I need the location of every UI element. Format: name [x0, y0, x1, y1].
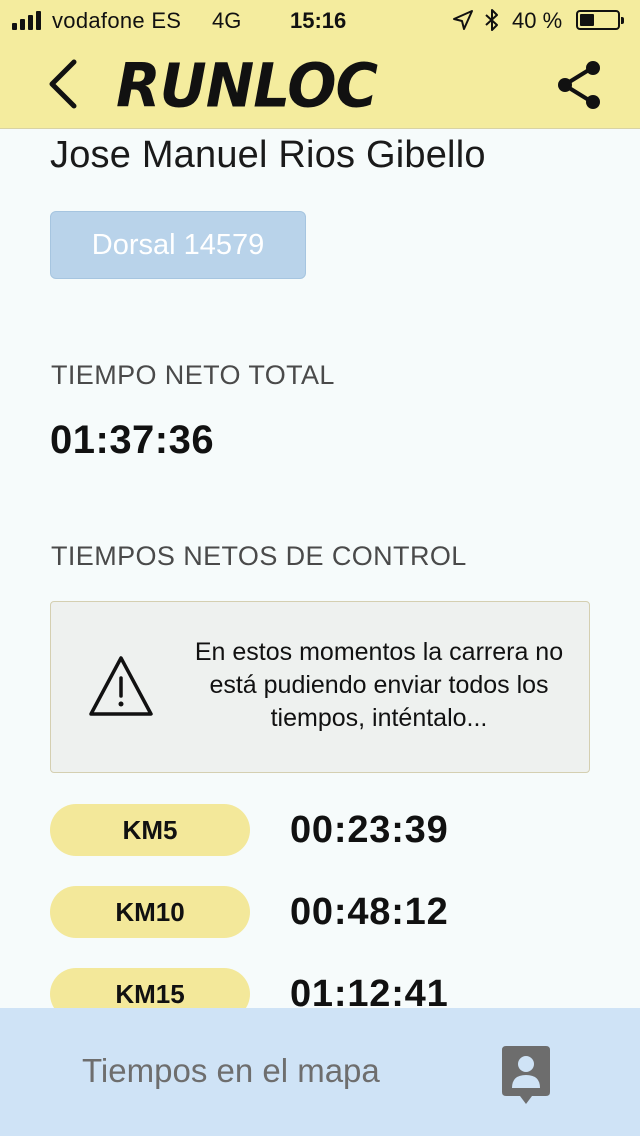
battery-level-fill [580, 14, 595, 26]
location-arrow-icon [453, 10, 473, 30]
back-button[interactable] [40, 56, 88, 112]
status-time: 15:16 [290, 8, 347, 33]
warning-text: En estos momentos la carrera no está pud… [194, 638, 564, 732]
app-screen: vodafone ES 4G 15:16 40 % RUNLOC Jose Ma… [0, 0, 640, 1136]
split-km-label: KM15 [50, 968, 250, 1008]
warning-triangle-icon [89, 656, 153, 716]
warning-message: En estos momentos la carrera no está pud… [50, 601, 590, 773]
split-km-label: KM10 [50, 886, 250, 938]
control-times-label: TIEMPOS NETOS DE CONTROL [51, 541, 467, 571]
runner-detail: Jose Manuel Rios Gibello Dorsal 14579 TI… [0, 128, 640, 1008]
battery-percent: 40 % [512, 8, 563, 33]
bib-button[interactable]: Dorsal 14579 [50, 211, 306, 279]
battery-icon [576, 10, 624, 30]
share-button[interactable] [554, 58, 606, 112]
carrier-name: vodafone ES [52, 8, 182, 33]
map-times-link[interactable]: Tiempos en el mapa [82, 1052, 380, 1090]
map-pin-person-icon[interactable] [500, 1044, 552, 1108]
signal-strength-icon [12, 10, 41, 30]
total-time-label: TIEMPO NETO TOTAL [51, 360, 335, 390]
top-header: vodafone ES 4G 15:16 40 % RUNLOC [0, 0, 640, 129]
split-row: KM5 00:23:39 [0, 804, 640, 856]
split-row: KM10 00:48:12 [0, 886, 640, 938]
split-time: 01:12:41 [290, 973, 449, 1008]
network-type: 4G [212, 8, 242, 33]
split-row: KM15 01:12:41 [0, 968, 640, 1008]
app-logo: RUNLOC [116, 49, 378, 122]
split-time: 00:23:39 [290, 809, 449, 851]
split-time: 00:48:12 [290, 891, 449, 933]
runner-name: Jose Manuel Rios Gibello [50, 134, 486, 176]
bottom-bar: Tiempos en el mapa [0, 1008, 640, 1136]
split-km-label: KM5 [50, 804, 250, 856]
total-time-value: 01:37:36 [50, 418, 215, 462]
bluetooth-icon [485, 9, 498, 31]
status-bar: vodafone ES 4G 15:16 40 % [0, 0, 640, 40]
